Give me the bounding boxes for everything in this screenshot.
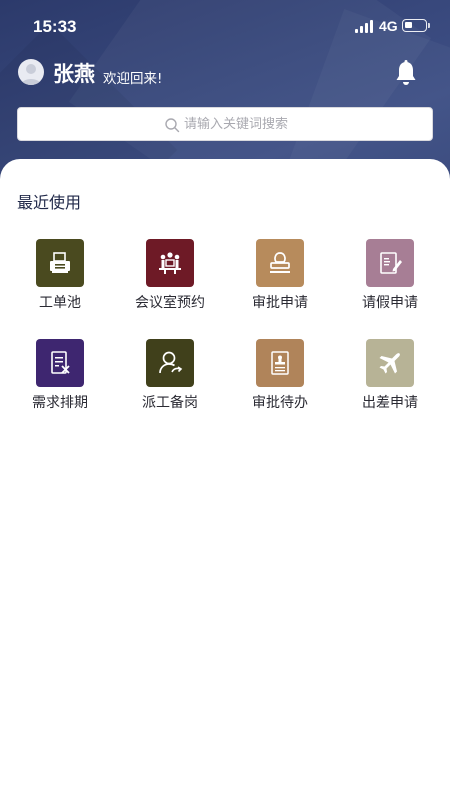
app-demand-schedule[interactable]: 需求排期 — [5, 339, 115, 413]
stamp-icon — [270, 252, 290, 273]
tile-leave-request — [366, 239, 414, 287]
search-icon — [164, 117, 180, 133]
battery-tip — [428, 23, 430, 28]
tile-demand-schedule — [36, 339, 84, 387]
app-label: 派工备岗 — [142, 395, 198, 411]
tile-work-order-pool — [36, 239, 84, 287]
signal-icon — [355, 20, 373, 33]
tile-business-trip-request — [366, 339, 414, 387]
network-type: 4G — [379, 18, 398, 34]
app-label: 需求排期 — [32, 395, 88, 411]
app-label: 工单池 — [39, 295, 81, 311]
todo-stamp-icon — [271, 351, 289, 375]
status-time: 15:33 — [33, 17, 77, 36]
app-label: 会议室预约 — [135, 295, 205, 311]
schedule-doc-icon — [51, 351, 70, 374]
tile-approval-request — [256, 239, 304, 287]
app-work-order-pool[interactable]: 工单池 — [5, 239, 115, 313]
search-input[interactable] — [184, 114, 384, 134]
search-bar[interactable] — [17, 107, 433, 141]
avatar-icon[interactable] — [18, 59, 44, 85]
app-approval-todo[interactable]: 审批待办 — [225, 339, 335, 413]
app-label: 请假申请 — [362, 295, 418, 311]
tile-meeting-room-booking — [146, 239, 194, 287]
app-dispatch-standby[interactable]: 派工备岗 — [115, 339, 225, 413]
app-label: 审批待办 — [252, 395, 308, 411]
app-approval-request[interactable]: 审批申请 — [225, 239, 335, 313]
user-name: 张燕 — [53, 62, 95, 86]
section-title-recent: 最近使用 — [17, 193, 82, 212]
recent-apps-grid: 工单池 会议室预约 审批申请 请假申请 需求排期 派工备岗 审批待办 出差申请 — [5, 239, 445, 413]
leave-form-icon — [380, 252, 402, 274]
app-label: 审批申请 — [252, 295, 308, 311]
battery-icon — [402, 19, 427, 32]
app-meeting-room-booking[interactable]: 会议室预约 — [115, 239, 225, 313]
printer-icon — [50, 252, 70, 273]
main-card: 最近使用 工单池 会议室预约 审批申请 请假申请 需求排期 派工备岗 审批待办 … — [0, 159, 450, 800]
meeting-icon — [159, 252, 181, 274]
airplane-icon — [379, 353, 400, 374]
app-business-trip-request[interactable]: 出差申请 — [335, 339, 445, 413]
welcome-text: 欢迎回来! — [103, 71, 163, 87]
tile-approval-todo — [256, 339, 304, 387]
app-label: 出差申请 — [362, 395, 418, 411]
bell-icon[interactable] — [393, 59, 419, 87]
tile-dispatch-standby — [146, 339, 194, 387]
status-bar: 15:33 4G — [0, 0, 450, 54]
app-leave-request[interactable]: 请假申请 — [335, 239, 445, 313]
dispatch-person-icon — [159, 351, 183, 374]
